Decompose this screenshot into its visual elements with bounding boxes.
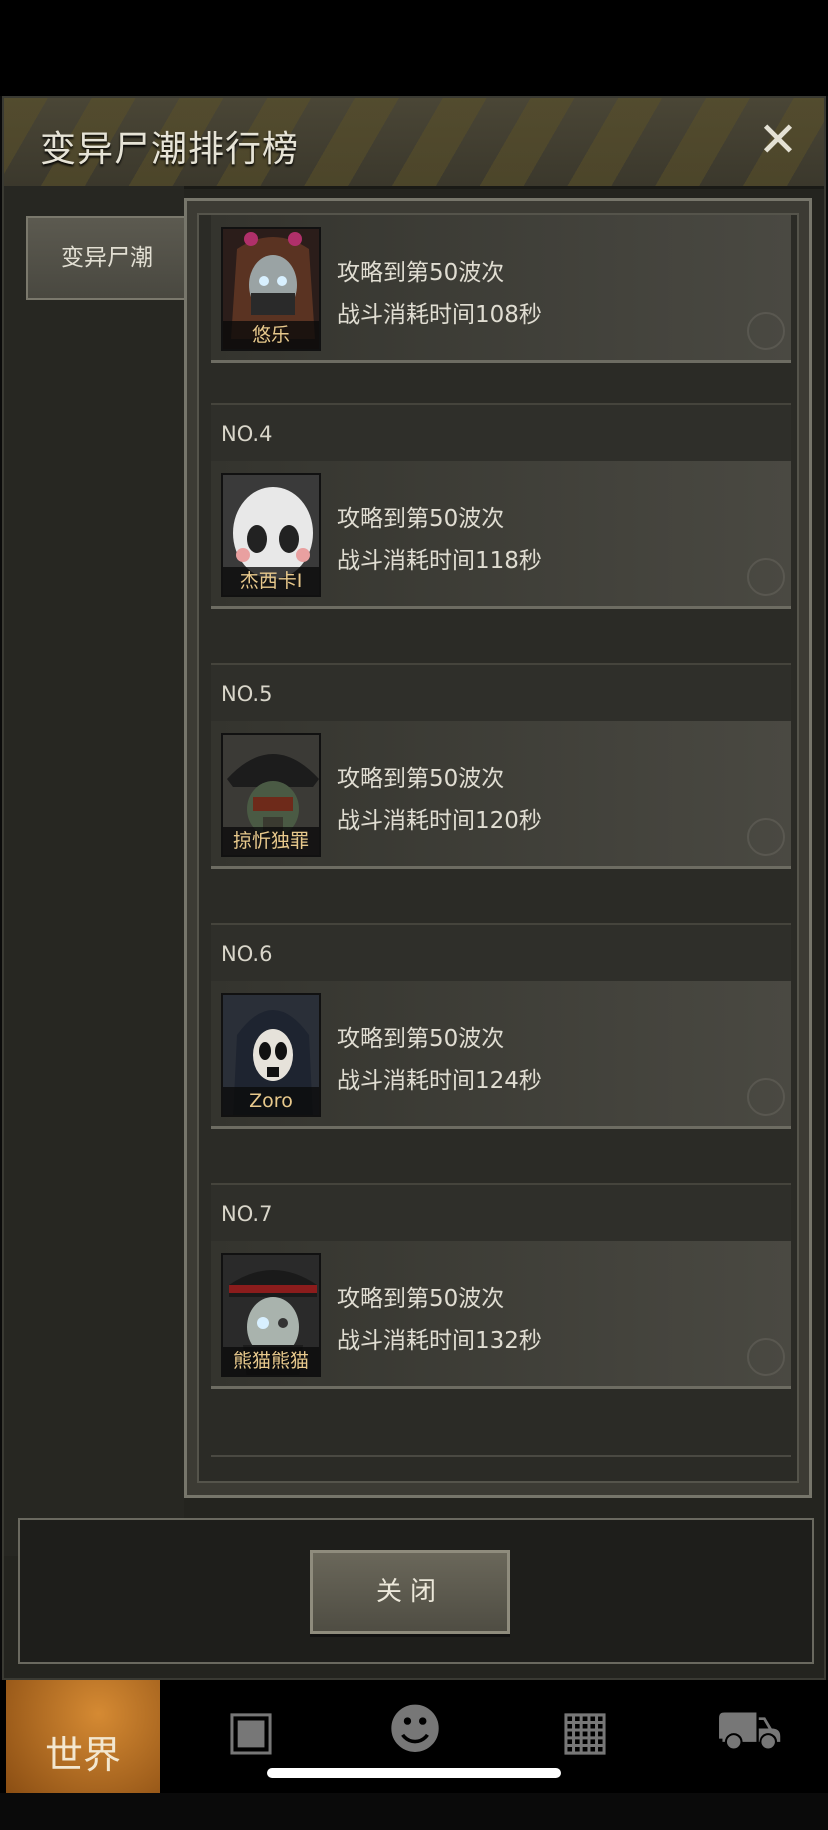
avatar: Zoro — [221, 993, 321, 1117]
avatar: 掠忻独罪 — [221, 733, 321, 857]
head-gear-icon[interactable]: ☻ — [370, 1690, 460, 1770]
entry-card: Zoro 攻略到第50波次 战斗消耗时间124秒 — [211, 981, 791, 1129]
cart-icon[interactable]: ⛟ — [704, 1690, 794, 1770]
wave-text: 攻略到第50波次 — [337, 506, 505, 532]
wave-text: 攻略到第50波次 — [337, 260, 505, 286]
hazard-icon — [747, 1078, 785, 1116]
time-text: 战斗消耗时间120秒 — [337, 808, 542, 834]
page-title: 变异尸潮排行榜 — [40, 129, 300, 170]
footer-bar: 关闭 — [18, 1518, 814, 1664]
avatar: 熊猫熊猫 — [221, 1253, 321, 1377]
time-text: 战斗消耗时间124秒 — [337, 1068, 542, 1094]
time-text: 战斗消耗时间118秒 — [337, 548, 542, 574]
list-item: NO.5 掠忻独罪 攻略到第50波次 战斗消耗时间120秒 — [211, 663, 791, 869]
tab-mutant-horde[interactable]: 变异尸潮 — [26, 216, 188, 300]
backpack-icon[interactable]: ▣ — [206, 1690, 296, 1770]
entry-card: 悠乐 攻略到第50波次 战斗消耗时间108秒 — [211, 215, 791, 363]
list-item: NO.7 熊猫熊猫 攻略到第50波次 战斗消耗时间132秒 — [211, 1183, 791, 1389]
ranking-list[interactable]: 悠乐 攻略到第50波次 战斗消耗时间108秒 NO.4 杰西卡I 攻略到第50波… — [197, 213, 799, 1483]
nav-world-button[interactable]: 世界 — [6, 1680, 160, 1793]
wave-text: 攻略到第50波次 — [337, 1286, 505, 1312]
close-button[interactable]: 关闭 — [310, 1550, 510, 1634]
rank-label: NO.4 — [211, 403, 791, 461]
time-text: 战斗消耗时间108秒 — [337, 302, 542, 328]
leaderboard-panel: 变异尸潮排行榜 ✕ 变异尸潮 悠乐 攻略到第50波次 战斗消耗时间108秒 NO… — [2, 96, 826, 1680]
close-icon[interactable]: ✕ — [756, 116, 800, 164]
player-name: Zoro — [223, 1087, 319, 1115]
player-name: 杰西卡I — [223, 567, 319, 595]
wave-text: 攻略到第50波次 — [337, 1026, 505, 1052]
player-name: 悠乐 — [223, 321, 319, 349]
building-icon[interactable]: ▦ — [540, 1690, 630, 1770]
hazard-icon — [747, 558, 785, 596]
nav-world-label: 世界 — [44, 1733, 121, 1777]
rank-label: NO.6 — [211, 923, 791, 981]
list-item: NO.4 杰西卡I 攻略到第50波次 战斗消耗时间118秒 — [211, 403, 791, 609]
player-name: 掠忻独罪 — [223, 827, 319, 855]
avatar: 悠乐 — [221, 227, 321, 351]
ranking-list-frame: 悠乐 攻略到第50波次 战斗消耗时间108秒 NO.4 杰西卡I 攻略到第50波… — [184, 198, 812, 1498]
home-indicator[interactable] — [267, 1768, 561, 1778]
wave-text: 攻略到第50波次 — [337, 766, 505, 792]
rank-label: NO.7 — [211, 1183, 791, 1241]
list-item: 悠乐 攻略到第50波次 战斗消耗时间108秒 — [211, 215, 791, 363]
divider — [211, 1455, 791, 1457]
sidebar — [4, 186, 184, 1556]
list-item: NO.6 Zoro 攻略到第50波次 战斗消耗时间124秒 — [211, 923, 791, 1129]
avatar: 杰西卡I — [221, 473, 321, 597]
entry-card: 杰西卡I 攻略到第50波次 战斗消耗时间118秒 — [211, 461, 791, 609]
time-text: 战斗消耗时间132秒 — [337, 1328, 542, 1354]
rank-label: NO.5 — [211, 663, 791, 721]
hazard-icon — [747, 1338, 785, 1376]
hazard-icon — [747, 818, 785, 856]
hazard-icon — [747, 312, 785, 350]
entry-card: 熊猫熊猫 攻略到第50波次 战斗消耗时间132秒 — [211, 1241, 791, 1389]
status-bar — [0, 0, 828, 96]
entry-card: 掠忻独罪 攻略到第50波次 战斗消耗时间120秒 — [211, 721, 791, 869]
player-name: 熊猫熊猫 — [223, 1347, 319, 1375]
panel-header: 变异尸潮排行榜 ✕ — [4, 98, 824, 189]
